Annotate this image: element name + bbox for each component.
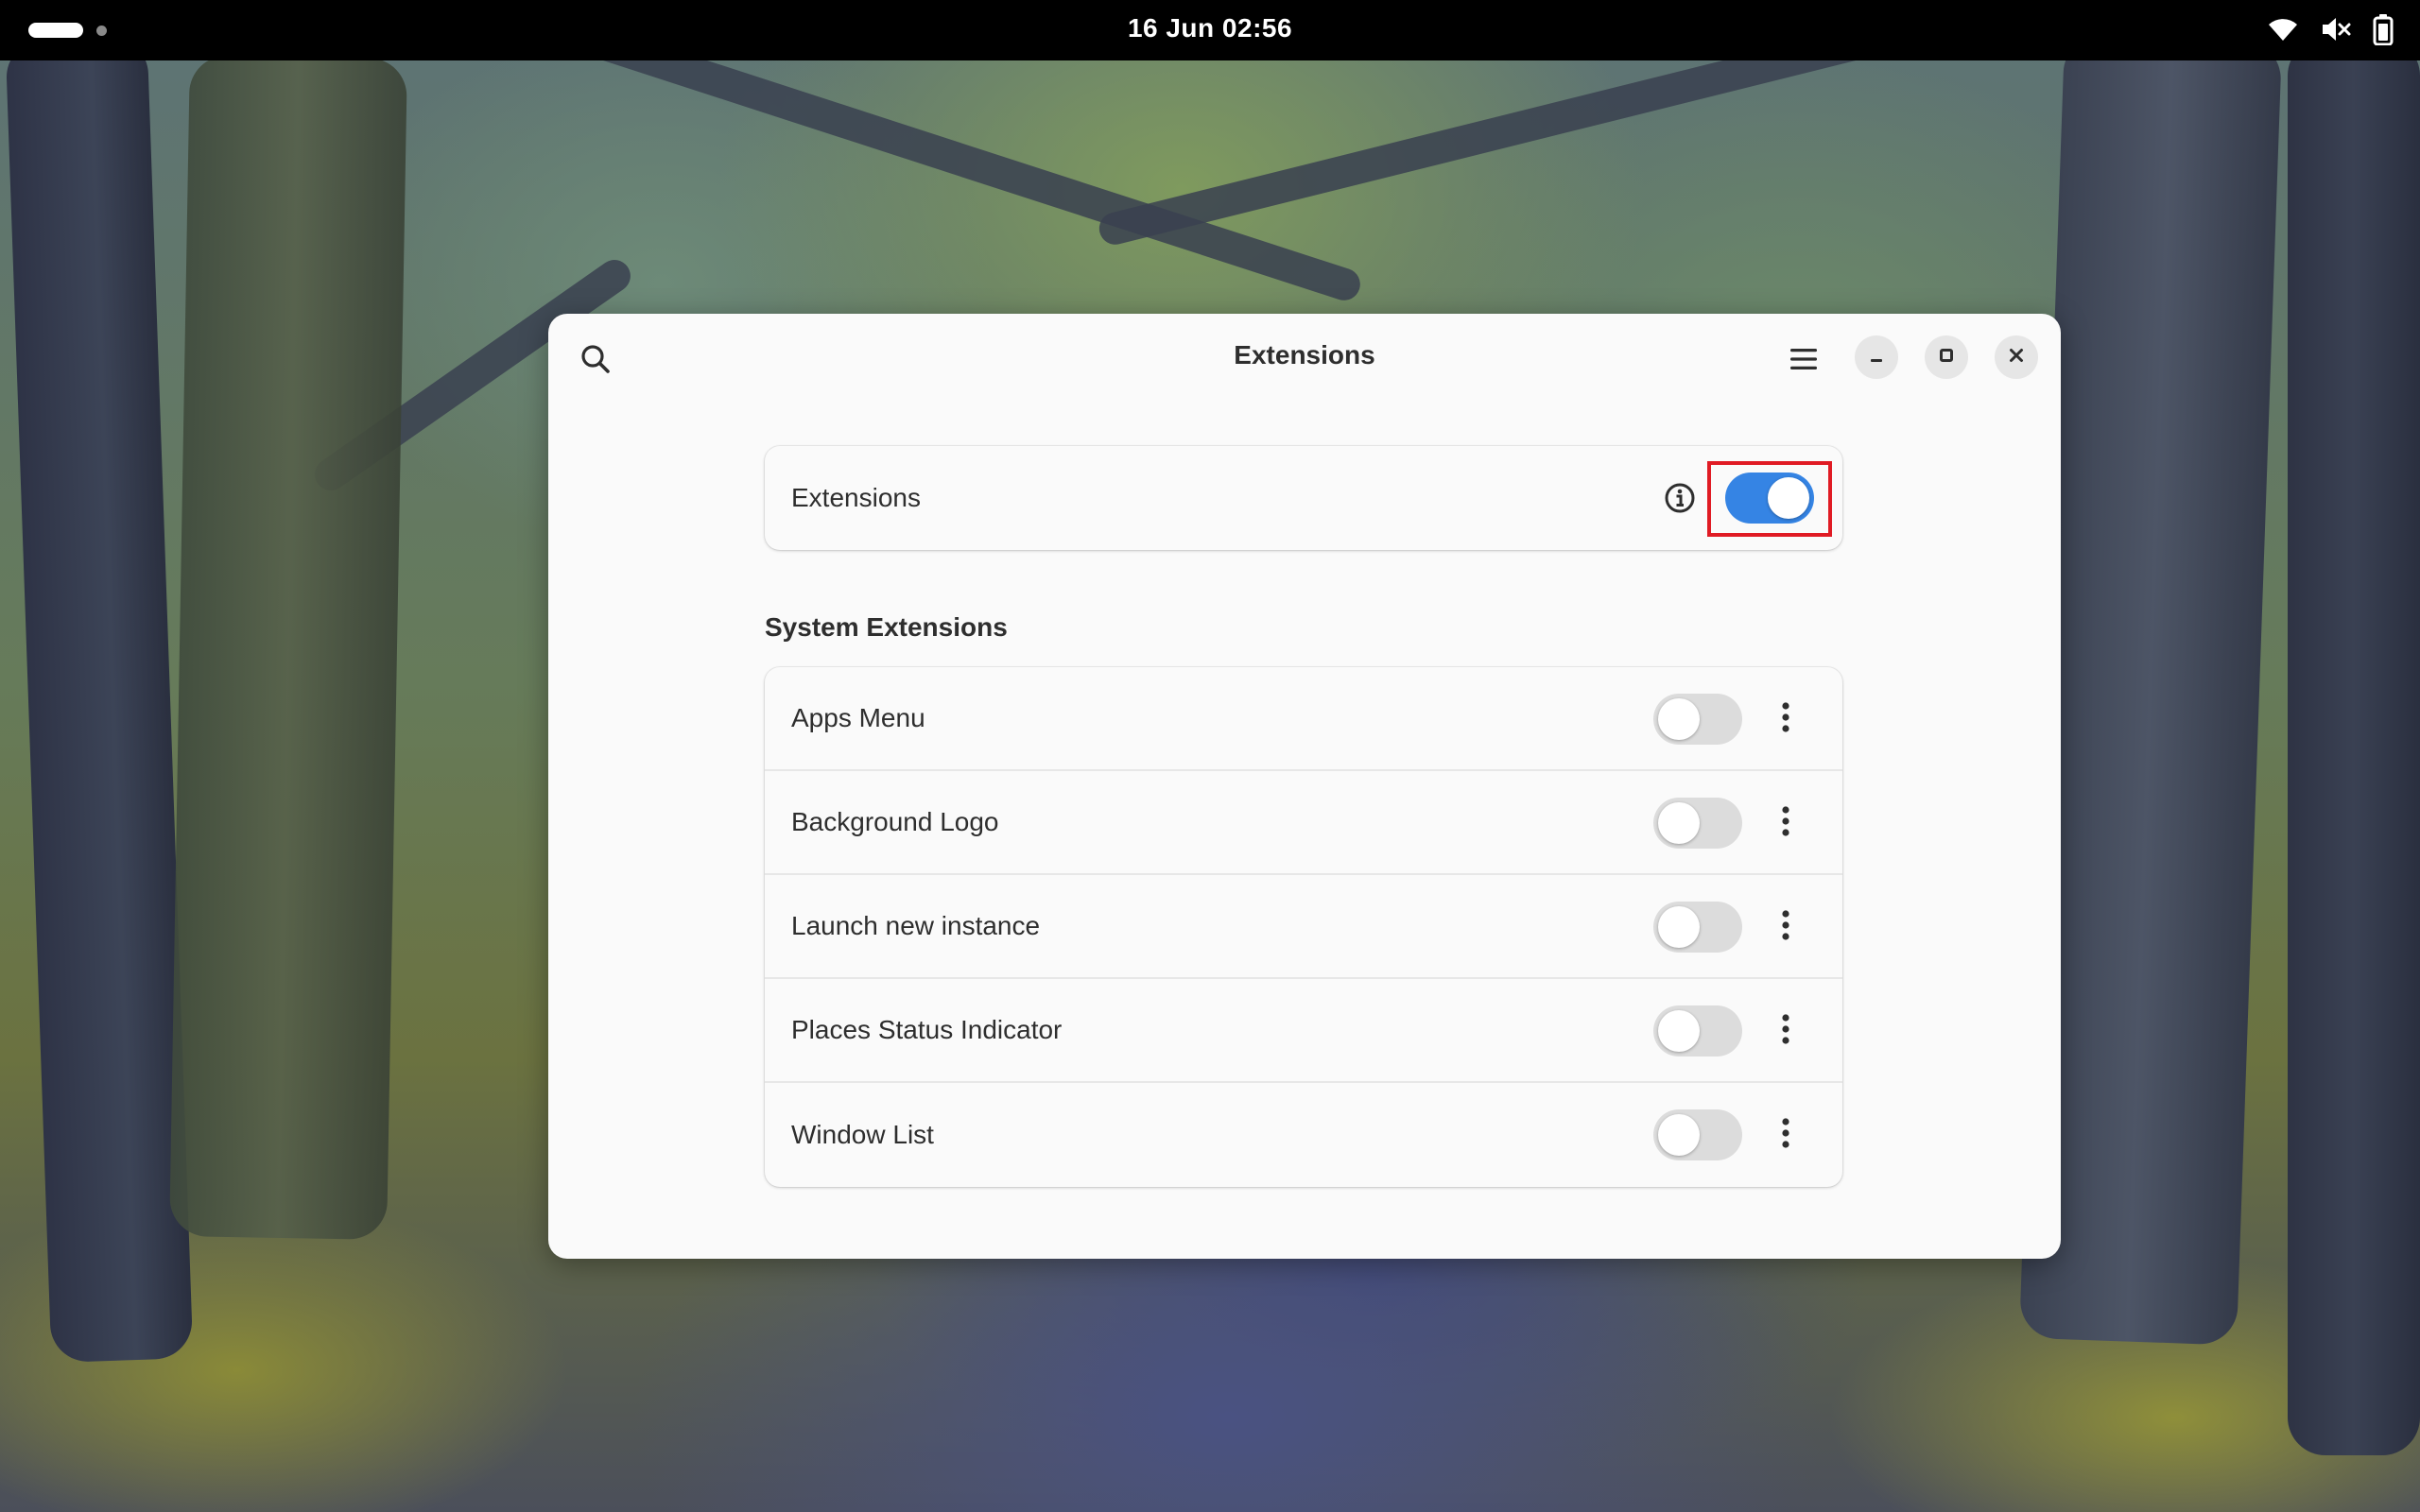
switch-knob xyxy=(1658,802,1700,844)
kebab-menu-icon xyxy=(1781,909,1790,946)
close-button[interactable] xyxy=(1995,335,2038,379)
minimize-button[interactable] xyxy=(1855,335,1898,379)
volume-muted-icon xyxy=(2320,15,2352,43)
extension-options-button[interactable] xyxy=(1767,1007,1805,1055)
kebab-menu-icon xyxy=(1781,701,1790,738)
wallpaper-tree xyxy=(2288,38,2420,1455)
clock[interactable]: 16 Jun 02:56 xyxy=(0,13,2420,43)
wallpaper-tree xyxy=(169,55,407,1240)
switch-knob xyxy=(1658,1114,1700,1156)
maximize-button[interactable] xyxy=(1925,335,1968,379)
extension-row-window-list: Window List xyxy=(765,1083,1842,1187)
system-tray[interactable] xyxy=(2267,13,2394,45)
maximize-icon xyxy=(1938,347,1955,369)
extension-name: Window List xyxy=(791,1120,934,1149)
extension-options-button[interactable] xyxy=(1767,1111,1805,1159)
extensions-master-label: Extensions xyxy=(791,483,921,512)
system-extensions-list: Apps Menu Background Logo Launch new ins… xyxy=(765,667,1842,1187)
section-heading: System Extensions xyxy=(765,612,1008,642)
main-menu-button[interactable] xyxy=(1777,335,1830,387)
extension-switch[interactable] xyxy=(1653,694,1742,745)
info-icon[interactable] xyxy=(1663,481,1697,515)
extension-name: Background Logo xyxy=(791,807,999,836)
close-icon xyxy=(2008,347,2025,369)
extension-switch[interactable] xyxy=(1653,902,1742,953)
minimize-icon xyxy=(1868,347,1885,369)
wifi-icon xyxy=(2267,15,2299,43)
extension-options-button[interactable] xyxy=(1767,799,1805,847)
hamburger-menu-icon xyxy=(1789,346,1819,377)
extension-row-background-logo: Background Logo xyxy=(765,771,1842,875)
extension-options-button[interactable] xyxy=(1767,696,1805,743)
extensions-content: Extensions System Extensions Apps Menu B… xyxy=(765,446,1842,1187)
switch-knob xyxy=(1658,1010,1700,1052)
extension-switch[interactable] xyxy=(1653,1109,1742,1160)
extension-row-places-status-indicator: Places Status Indicator xyxy=(765,979,1842,1083)
switch-knob xyxy=(1658,906,1700,948)
extension-row-apps-menu: Apps Menu xyxy=(765,667,1842,771)
extensions-master-row: Extensions xyxy=(765,446,1842,550)
extension-options-button[interactable] xyxy=(1767,903,1805,951)
switch-knob xyxy=(1768,477,1809,519)
extension-name: Launch new instance xyxy=(791,911,1041,940)
extensions-master-switch[interactable] xyxy=(1725,472,1814,524)
kebab-menu-icon xyxy=(1781,1013,1790,1050)
extension-row-launch-new-instance: Launch new instance xyxy=(765,875,1842,979)
extension-switch[interactable] xyxy=(1653,798,1742,849)
kebab-menu-icon xyxy=(1781,805,1790,842)
wallpaper-tree xyxy=(5,35,194,1364)
extensions-window: Extensions Extensions System Extensions … xyxy=(548,314,2061,1259)
extensions-master-card: Extensions xyxy=(765,446,1842,550)
extension-name: Places Status Indicator xyxy=(791,1015,1063,1044)
top-bar: 16 Jun 02:56 xyxy=(0,0,2420,60)
window-title: Extensions xyxy=(1234,340,1375,369)
extension-switch[interactable] xyxy=(1653,1005,1742,1057)
extension-name: Apps Menu xyxy=(791,703,925,732)
battery-icon xyxy=(2373,13,2394,45)
switch-knob xyxy=(1658,698,1700,740)
kebab-menu-icon xyxy=(1781,1117,1790,1154)
header-bar: Extensions xyxy=(548,314,2061,401)
